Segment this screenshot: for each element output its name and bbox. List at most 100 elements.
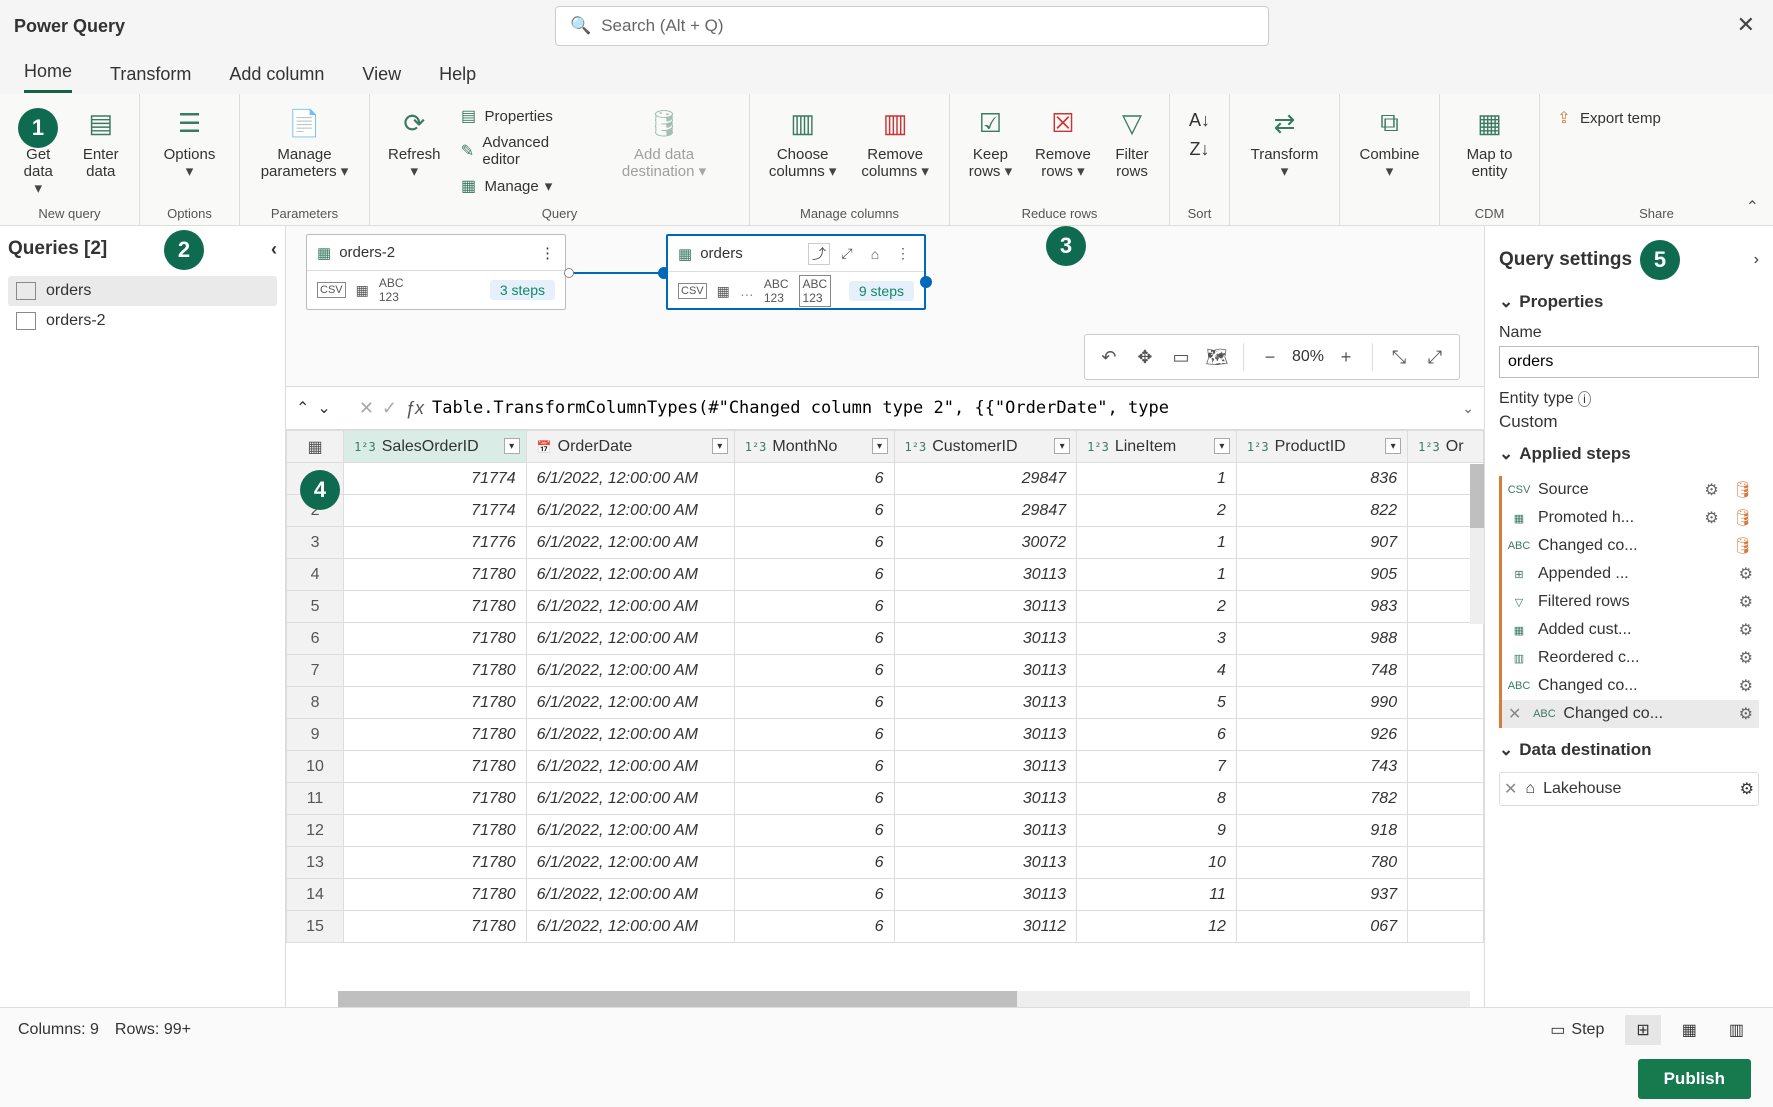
cell[interactable]: 782 xyxy=(1236,783,1407,815)
cell[interactable]: 822 xyxy=(1236,495,1407,527)
cell[interactable]: 30113 xyxy=(894,783,1077,815)
cell[interactable] xyxy=(1408,751,1484,783)
tab-view[interactable]: View xyxy=(362,64,401,93)
cell[interactable]: 30113 xyxy=(894,719,1077,751)
row-number[interactable]: 6 xyxy=(287,623,344,655)
cell[interactable]: 71780 xyxy=(344,815,527,847)
advanced-editor-button[interactable]: ✎Advanced editor xyxy=(455,132,584,170)
table-row[interactable]: 7717806/1/2022, 12:00:00 AM6301134748 xyxy=(287,655,1484,687)
cell[interactable]: 6 xyxy=(734,591,894,623)
cell[interactable]: 3 xyxy=(1077,623,1237,655)
fit-icon[interactable]: ▭ xyxy=(1167,343,1195,371)
applied-step[interactable]: ABCChanged co...🛢 xyxy=(1499,532,1759,560)
cell[interactable]: 30112 xyxy=(894,911,1077,943)
undo-icon[interactable]: ↶ xyxy=(1095,343,1123,371)
applied-step[interactable]: ▦Added cust...⚙ xyxy=(1499,616,1759,644)
cell[interactable]: 71780 xyxy=(344,591,527,623)
applied-step[interactable]: ▽Filtered rows⚙ xyxy=(1499,588,1759,616)
filter-rows-button[interactable]: ▽ Filter rows xyxy=(1105,100,1159,184)
cell[interactable]: 6/1/2022, 12:00:00 AM xyxy=(526,879,734,911)
row-number[interactable]: 4 xyxy=(287,559,344,591)
cell[interactable]: 71780 xyxy=(344,911,527,943)
step-back-icon[interactable]: ⌃ xyxy=(296,398,309,418)
cell[interactable]: 926 xyxy=(1236,719,1407,751)
cell[interactable] xyxy=(1408,847,1484,879)
table-row[interactable]: 14717806/1/2022, 12:00:00 AM63011311937 xyxy=(287,879,1484,911)
combine-button[interactable]: ⧉ Combine▾ xyxy=(1350,100,1429,184)
cell[interactable] xyxy=(1408,655,1484,687)
cell[interactable]: 6 xyxy=(734,527,894,559)
cell[interactable]: 1 xyxy=(1077,527,1237,559)
gear-icon[interactable]: ⚙ xyxy=(1739,620,1753,640)
options-button[interactable]: ☰ Options▾ xyxy=(150,100,229,184)
diagram-card-orders-2[interactable]: ▦ orders-2 ⋮ CSV ▦ ABC123 3 steps xyxy=(306,234,566,310)
tab-home[interactable]: Home xyxy=(24,61,72,93)
card-share-icon[interactable]: ⤴ xyxy=(808,243,830,265)
table-row[interactable]: 12717806/1/2022, 12:00:00 AM6301139918 xyxy=(287,815,1484,847)
formula-expand-icon[interactable]: ⌄ xyxy=(1462,400,1474,417)
gear-icon[interactable]: ⚙ xyxy=(1704,508,1718,528)
settings-expand-icon[interactable]: › xyxy=(1754,251,1759,269)
refresh-button[interactable]: ⟳ Refresh▾ xyxy=(380,100,449,198)
cell[interactable]: 6/1/2022, 12:00:00 AM xyxy=(526,463,734,495)
formula-input[interactable] xyxy=(432,398,1454,418)
cell[interactable] xyxy=(1408,719,1484,751)
enter-data-button[interactable]: ▤ Enter data xyxy=(73,100,129,201)
cell[interactable]: 5 xyxy=(1077,687,1237,719)
sort-asc-button[interactable]: A↓ xyxy=(1189,110,1210,131)
cell[interactable] xyxy=(1408,623,1484,655)
cell[interactable]: 6/1/2022, 12:00:00 AM xyxy=(526,559,734,591)
cell[interactable]: 71780 xyxy=(344,847,527,879)
table-row[interactable]: 10717806/1/2022, 12:00:00 AM6301137743 xyxy=(287,751,1484,783)
map-to-entity-button[interactable]: ▦ Map to entity xyxy=(1450,100,1529,184)
choose-columns-button[interactable]: ▥ Choose columns ▾ xyxy=(760,100,845,184)
cell[interactable]: 6 xyxy=(734,463,894,495)
col-extra[interactable]: 1²3Or xyxy=(1408,431,1484,463)
grid-view-button[interactable]: ▦ xyxy=(1671,1015,1708,1045)
applied-step[interactable]: CSVSource⚙🛢 xyxy=(1499,476,1759,504)
filter-caret-icon[interactable]: ▾ xyxy=(1054,438,1070,454)
gear-icon[interactable]: ⚙ xyxy=(1739,564,1753,584)
cell[interactable]: 6 xyxy=(734,751,894,783)
cell[interactable]: 067 xyxy=(1236,911,1407,943)
cell[interactable]: 12 xyxy=(1077,911,1237,943)
cell[interactable]: 6/1/2022, 12:00:00 AM xyxy=(526,687,734,719)
keep-rows-button[interactable]: ☑ Keep rows ▾ xyxy=(960,100,1021,184)
diagram-view-button[interactable]: ⊞ xyxy=(1625,1015,1660,1045)
tab-transform[interactable]: Transform xyxy=(110,64,191,93)
cell[interactable]: 905 xyxy=(1236,559,1407,591)
card-menu-icon[interactable]: ⋮ xyxy=(892,243,914,265)
row-number[interactable]: 13 xyxy=(287,847,344,879)
cell[interactable]: 29847 xyxy=(894,495,1077,527)
delete-destination-icon[interactable]: ✕ xyxy=(1504,779,1517,799)
cell[interactable]: 1 xyxy=(1077,463,1237,495)
data-destination-section[interactable]: ⌄Data destination xyxy=(1499,740,1759,760)
cell[interactable]: 71780 xyxy=(344,687,527,719)
cell[interactable] xyxy=(1408,783,1484,815)
cell[interactable] xyxy=(1408,687,1484,719)
applied-step[interactable]: ▦Promoted h...⚙🛢 xyxy=(1499,504,1759,532)
vertical-scrollbar[interactable] xyxy=(1470,464,1484,624)
cell[interactable]: 71780 xyxy=(344,783,527,815)
applied-step[interactable]: ✕ABCChanged co...⚙ xyxy=(1499,700,1759,728)
cell[interactable]: 6/1/2022, 12:00:00 AM xyxy=(526,655,734,687)
cell[interactable] xyxy=(1408,815,1484,847)
filter-caret-icon[interactable]: ▾ xyxy=(504,438,520,454)
transform-button[interactable]: ⇄ Transform▾ xyxy=(1240,100,1329,184)
table-row[interactable]: 1717746/1/2022, 12:00:00 AM6298471836 xyxy=(287,463,1484,495)
cell[interactable]: 6/1/2022, 12:00:00 AM xyxy=(526,751,734,783)
cell[interactable]: 71780 xyxy=(344,623,527,655)
query-item-orders[interactable]: orders xyxy=(8,276,277,306)
applied-step[interactable]: ▥Reordered c...⚙ xyxy=(1499,644,1759,672)
gear-icon[interactable]: ⚙ xyxy=(1739,648,1753,668)
cell[interactable]: 10 xyxy=(1077,847,1237,879)
cell[interactable]: 6/1/2022, 12:00:00 AM xyxy=(526,623,734,655)
row-number[interactable]: 5 xyxy=(287,591,344,623)
row-number[interactable]: 7 xyxy=(287,655,344,687)
cell[interactable]: 6 xyxy=(734,911,894,943)
properties-section[interactable]: ⌄Properties xyxy=(1499,292,1759,312)
cell[interactable]: 6/1/2022, 12:00:00 AM xyxy=(526,495,734,527)
gear-icon[interactable]: ⚙ xyxy=(1740,779,1754,799)
cell[interactable]: 2 xyxy=(1077,495,1237,527)
cell[interactable]: 71780 xyxy=(344,655,527,687)
